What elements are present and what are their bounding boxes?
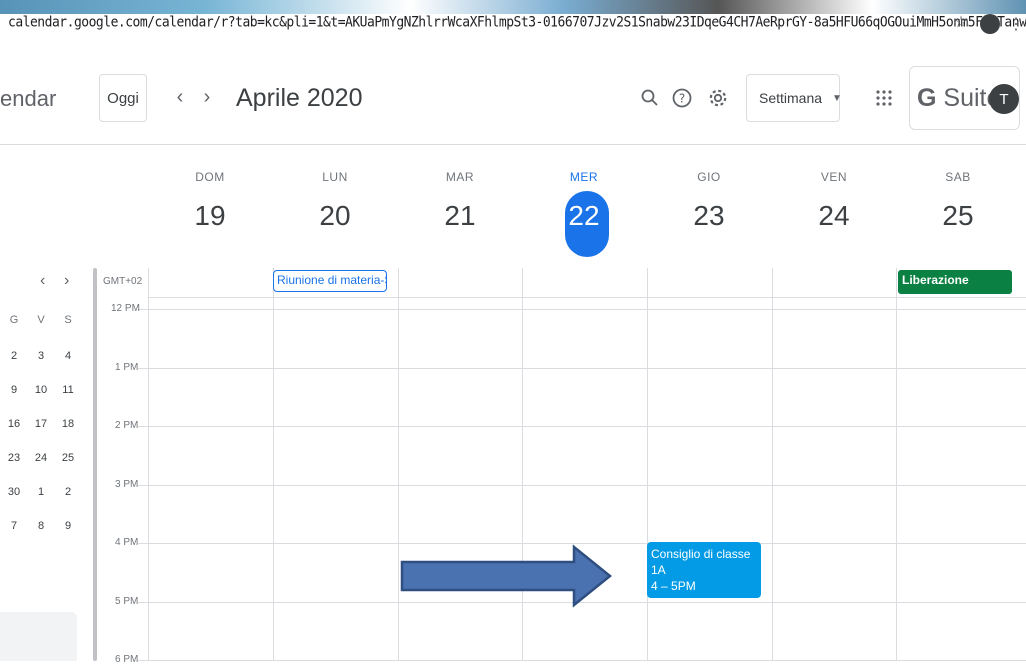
event-council-time: 4 – 5PM: [651, 579, 696, 593]
mini-cal-day[interactable]: 4: [58, 350, 78, 362]
annotation-arrow: [400, 544, 612, 608]
day-header-dom[interactable]: DOM 19: [148, 170, 272, 234]
hour-tick: [138, 484, 148, 486]
day-header-gio[interactable]: GIO 23: [647, 170, 771, 234]
day-number[interactable]: 22: [522, 198, 646, 234]
day-number[interactable]: 24: [772, 198, 896, 234]
day-number[interactable]: 21: [398, 198, 522, 234]
mini-cal-day[interactable]: 7: [4, 520, 24, 532]
mini-cal-day[interactable]: 9: [4, 384, 24, 396]
hour-gridline: [148, 367, 1026, 369]
hour-tick: [138, 601, 148, 603]
hour-tick: [138, 543, 148, 544]
view-select-label: Settimana: [759, 90, 823, 106]
day-number[interactable]: 25: [896, 198, 1020, 234]
day-name: DOM: [195, 170, 225, 184]
day-header-lun[interactable]: LUN 20: [273, 170, 397, 234]
mini-cal-day[interactable]: 11: [58, 384, 78, 396]
event-council-title: Consiglio di classe 1A: [651, 547, 751, 577]
month-title: Aprile 2020: [236, 84, 363, 112]
hour-label: 1 PM: [115, 361, 139, 373]
app-name: endar: [0, 86, 57, 111]
day-number[interactable]: 20: [273, 198, 397, 234]
mini-cal-day[interactable]: 9: [58, 520, 78, 532]
browser-menu-icon[interactable]: ⋮: [1008, 14, 1024, 34]
mini-cal-day[interactable]: 3: [31, 350, 51, 362]
day-number[interactable]: 23: [647, 198, 771, 234]
timezone-label: GMT+02: [103, 276, 143, 287]
event-riunione-di-materia[interactable]: Riunione di materia-Sos: [273, 270, 387, 292]
url-text[interactable]: calendar.google.com/calendar/r?tab=kc&pl…: [8, 14, 1026, 31]
hour-tick: [138, 426, 148, 427]
mini-cal-day[interactable]: 2: [4, 350, 24, 362]
mini-cal-next-icon[interactable]: ›: [64, 272, 69, 290]
hour-label: 5 PM: [115, 595, 139, 607]
hour-label: 12 PM: [111, 303, 140, 314]
search-icon[interactable]: [636, 84, 664, 112]
bookmark-star-icon[interactable]: ☆: [952, 14, 970, 32]
settings-gear-icon[interactable]: [704, 84, 732, 112]
browser-url-bar[interactable]: calendar.google.com/calendar/r?tab=kc&pl…: [0, 0, 1026, 44]
gsuite-logo-g: G: [917, 84, 937, 112]
url-bar-smear: [0, 0, 1026, 14]
apps-grid-icon[interactable]: [870, 84, 898, 112]
hour-gridline: [148, 309, 1026, 310]
account-avatar[interactable]: T: [989, 84, 1019, 114]
grid-scroll-gutter[interactable]: [93, 268, 97, 661]
hour-label: 6 PM: [115, 654, 139, 665]
mini-cal-day[interactable]: 17: [31, 418, 51, 430]
day-header-sab[interactable]: SAB 25: [896, 170, 1020, 234]
event-liberazione[interactable]: Liberazione: [898, 270, 1012, 294]
help-icon[interactable]: ?: [668, 84, 696, 112]
day-header-ven[interactable]: VEN 24: [772, 170, 896, 234]
day-name: MAR: [445, 170, 475, 184]
mini-cal-day[interactable]: 30: [4, 486, 24, 498]
mini-cal-day[interactable]: 2: [58, 486, 78, 498]
dropdown-caret-icon: ▼: [832, 92, 842, 104]
event-consiglio-di-classe[interactable]: Consiglio di classe 1A 4 – 5PM: [647, 542, 761, 598]
day-number[interactable]: 19: [148, 198, 272, 234]
hour-tick: [138, 367, 148, 369]
header-divider: [0, 144, 1026, 145]
hour-label: 4 PM: [115, 537, 139, 548]
mini-cal-day[interactable]: 8: [31, 520, 51, 532]
mini-cal-weekday: G: [9, 314, 19, 326]
chevron-right-icon[interactable]: ›: [193, 82, 221, 112]
mini-cal-weekday: V: [37, 314, 45, 326]
day-name: LUN: [322, 170, 348, 184]
today-button[interactable]: Oggi: [99, 74, 147, 122]
hour-label: 2 PM: [115, 420, 139, 431]
hour-gridline: [148, 484, 1026, 486]
mini-cal-day[interactable]: 23: [4, 452, 24, 464]
view-select[interactable]: Settimana ▼: [746, 74, 842, 122]
mini-cal-day[interactable]: 10: [31, 384, 51, 396]
day-name: MER: [569, 170, 599, 184]
day-name: SAB: [945, 170, 971, 184]
svg-text:?: ?: [679, 92, 685, 106]
mini-cal-prev-icon[interactable]: ‹: [40, 272, 45, 290]
mini-cal-day[interactable]: 1: [31, 486, 51, 498]
chevron-left-icon[interactable]: ‹: [166, 82, 194, 112]
day-header-mar[interactable]: MAR 21: [398, 170, 522, 234]
browser-profile-icon[interactable]: [980, 14, 1000, 34]
all-day-divider: [148, 297, 1026, 298]
mini-cal-day[interactable]: 25: [58, 452, 78, 464]
mini-cal-day[interactable]: 18: [58, 418, 78, 430]
day-header-mer[interactable]: MER 22: [522, 170, 646, 234]
day-name: GIO: [697, 170, 721, 184]
gsuite-logo: G Suite: [917, 83, 1000, 113]
mini-cal-weekday: S: [64, 314, 72, 326]
mini-cal-day[interactable]: 16: [4, 418, 24, 430]
hour-gridline: [148, 426, 1026, 427]
day-name: VEN: [820, 170, 848, 184]
mini-cal-day[interactable]: 24: [31, 452, 51, 464]
hour-label: 3 PM: [115, 478, 139, 490]
search-people-box[interactable]: [0, 612, 77, 661]
